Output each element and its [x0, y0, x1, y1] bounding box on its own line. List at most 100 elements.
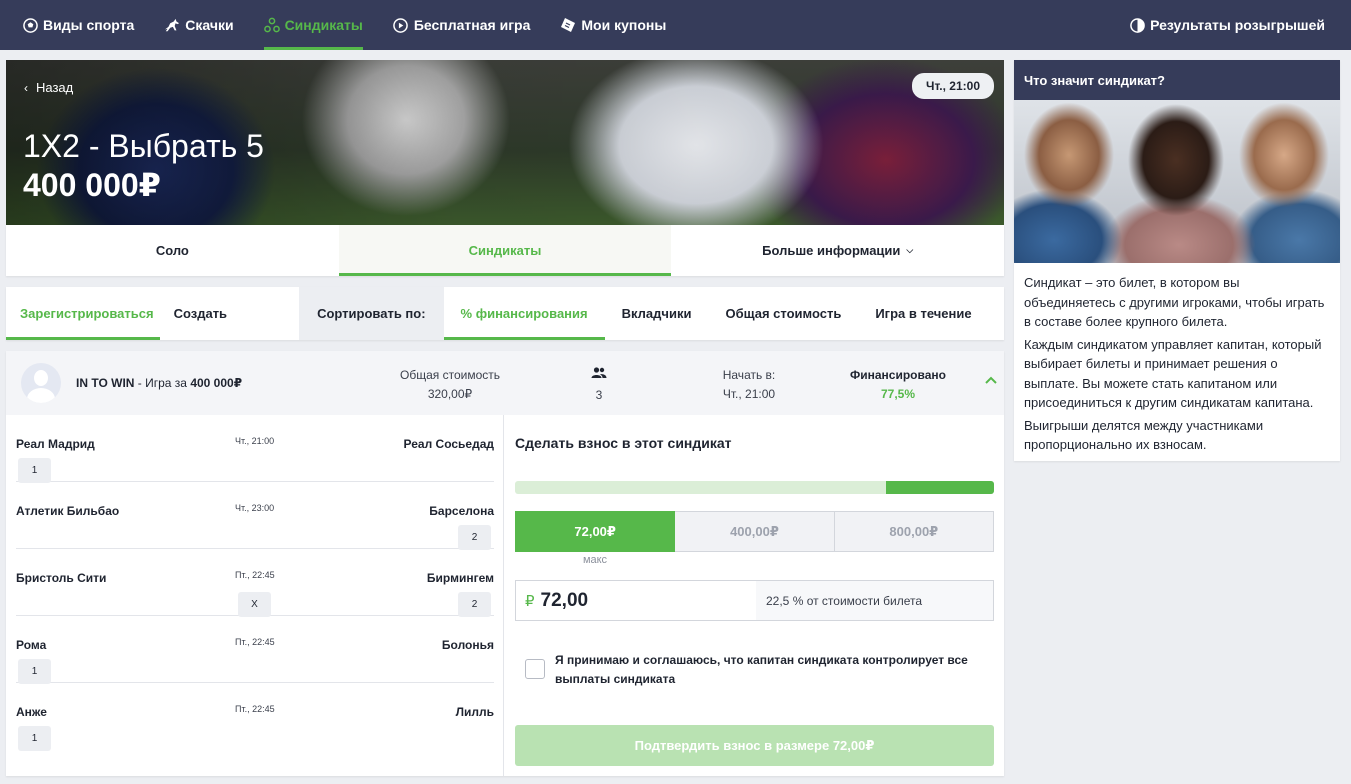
syndicate-name: IN TO WIN - Игра за 400 000₽ — [76, 376, 242, 390]
create-label: Создать — [173, 306, 228, 321]
hero-banner: ‹ Назад 1X2 - Выбрать 5 400 000₽ Чт., 21… — [6, 60, 1004, 225]
play-circle-icon — [393, 17, 409, 33]
register-label: Зарегистрироваться — [20, 306, 154, 321]
syndicate-card: IN TO WIN - Игра за 400 000₽ Общая стоим… — [6, 351, 1004, 776]
syndicate-name-text: IN TO WIN — [76, 376, 135, 390]
syndicate-filter-bar: Зарегистрироваться Создать Сортировать п… — [6, 287, 1004, 340]
avatar-body-shape — [27, 388, 55, 403]
syndicate-info-panel: Что значит синдикат? Синдикат – это биле… — [1014, 60, 1340, 461]
pick-away[interactable]: 2 — [458, 525, 491, 550]
friends-cheering-image — [1014, 100, 1340, 263]
home-team: Рома — [16, 638, 47, 652]
terms-checkbox[interactable] — [525, 659, 545, 679]
info-paragraph: Синдикат – это билет, в котором вы объед… — [1024, 275, 1325, 329]
pick-away[interactable]: 2 — [458, 592, 491, 617]
nav-item-horse-racing[interactable]: Скачки — [149, 0, 248, 50]
contribution-title: Сделать взнос в этот синдикат — [515, 435, 732, 451]
match-row: Бристоль Сити Пт., 22:45 Бирмингем X 2 — [16, 549, 494, 617]
nav-item-label: Виды спорта — [43, 17, 135, 33]
amount-input-box: ₽ — [516, 581, 756, 620]
nav-item-label: Мои купоны — [581, 17, 667, 33]
top-navigation: Виды спорта Скачки Синдикаты Бесплатная … — [0, 0, 1351, 50]
tab-label: Синдикаты — [468, 243, 542, 258]
nav-item-label: Бесплатная игра — [413, 17, 531, 33]
info-paragraph: Каждым синдикатом управляет капитан, кот… — [1024, 336, 1322, 411]
amount-input-row: ₽ 22,5 % от стоимости билета — [515, 580, 994, 621]
funded-label: Финансировано — [850, 368, 946, 382]
nav-item-free-game[interactable]: Бесплатная игра — [378, 0, 546, 50]
contributors-value: 3 — [595, 388, 603, 402]
nav-item-draw-results[interactable]: Результаты розыгрышей — [1114, 0, 1351, 50]
nav-item-syndicates[interactable]: Синдикаты — [249, 0, 378, 50]
chevron-up-icon[interactable] — [984, 373, 998, 387]
nav-item-label: Синдикаты — [284, 17, 363, 33]
amount-input[interactable] — [540, 589, 721, 612]
chevron-down-icon: ⌵ — [906, 245, 914, 255]
syndicate-game-prefix: - Игра за — [134, 376, 191, 390]
funded-value: 77,5% — [880, 387, 916, 401]
tab-label: Больше информации — [762, 243, 901, 258]
away-team: Лилль — [455, 705, 494, 719]
nav-item-sports[interactable]: Виды спорта — [0, 0, 149, 50]
amount-option-400[interactable]: 400,00₽ — [675, 511, 835, 552]
away-team: Барселона — [429, 504, 494, 518]
nav-item-label: Результаты розыгрышей — [1150, 17, 1325, 33]
game-prize: 400 000₽ — [23, 167, 161, 203]
match-time: Чт., 23:00 — [235, 503, 275, 513]
pick-draw[interactable]: X — [238, 592, 271, 617]
match-time: Пт., 22:45 — [235, 704, 275, 714]
back-link[interactable]: ‹ Назад — [24, 80, 73, 95]
home-team: Атлетик Бильбао — [16, 504, 120, 518]
back-label: Назад — [36, 80, 74, 95]
pick-home[interactable]: 1 — [18, 726, 51, 751]
create-tab[interactable]: Создать — [160, 287, 241, 340]
game-mode-tabs: Соло Синдикаты Больше информации ⌵ — [6, 225, 1004, 276]
ticket-icon — [560, 17, 576, 33]
pick-home[interactable]: 1 — [18, 458, 51, 483]
match-row: Атлетик Бильбао Чт., 23:00 Барселона 2 — [16, 482, 494, 550]
contributors-column: 3 — [579, 366, 619, 405]
amount-option-max[interactable]: 72,00₽ — [515, 511, 676, 552]
match-time: Пт., 22:45 — [235, 637, 275, 647]
draw-time-badge: Чт., 21:00 — [912, 73, 994, 99]
contribution-panel: Сделать взнос в этот синдикат 72,00₽ 400… — [505, 415, 1004, 776]
people-icon — [579, 366, 619, 386]
away-team: Болонья — [441, 638, 494, 652]
confirm-contribution-button[interactable]: Подтвердить взнос в размере 72,00₽ — [515, 725, 994, 766]
syndicate-header[interactable]: IN TO WIN - Игра за 400 000₽ Общая стоим… — [6, 351, 1004, 415]
register-tab[interactable]: Зарегистрироваться — [6, 287, 160, 340]
game-title: 1X2 - Выбрать 5 — [23, 128, 264, 164]
nav-item-label: Скачки — [185, 17, 234, 33]
away-team: Реал Сосьедад — [403, 437, 494, 451]
avatar — [21, 363, 61, 403]
total-cost-column: Общая стоимость 320,00₽ — [391, 366, 509, 404]
syndicate-game-prize: 400 000₽ — [190, 376, 243, 390]
funding-progress-fill — [886, 481, 994, 494]
home-team: Реал Мадрид — [16, 437, 95, 451]
pick-home[interactable]: 1 — [18, 659, 51, 684]
info-paragraph: Выигрыши делятся между участниками пропо… — [1024, 417, 1264, 453]
sort-by-total-cost[interactable]: Общая стоимость — [708, 287, 858, 340]
tab-syndicates[interactable]: Синдикаты — [338, 225, 672, 276]
total-cost-value: 320,00₽ — [427, 387, 473, 401]
terms-text: Я принимаю и соглашаюсь, что капитан син… — [555, 653, 968, 686]
start-value: Чт., 21:00 — [722, 387, 776, 401]
avatar-head-shape — [34, 370, 48, 386]
nav-item-my-coupons[interactable]: Мои купоны — [545, 0, 681, 50]
tab-solo[interactable]: Соло — [6, 225, 339, 276]
away-team: Бирмингем — [426, 571, 494, 585]
match-row: Рома Пт., 22:45 Болонья 1 — [16, 616, 494, 684]
sort-label: Сортировать по: — [299, 287, 444, 340]
sort-by-contributors[interactable]: Вкладчики — [605, 287, 709, 340]
match-row: Анже Пт., 22:45 Лилль 1 — [16, 683, 494, 751]
funded-column: Финансировано 77,5% — [844, 366, 952, 404]
ticket-share-text: 22,5 % от стоимости билета — [756, 581, 993, 620]
sort-by-play-time[interactable]: Игра в течение — [858, 287, 988, 340]
match-list: Реал Мадрид Чт., 21:00 Реал Сосьедад 1 А… — [6, 415, 504, 776]
horse-icon — [164, 17, 180, 33]
max-label: макс — [582, 554, 608, 566]
sort-by-funding[interactable]: % финансирования — [443, 287, 605, 340]
amount-option-800[interactable]: 800,00₽ — [834, 511, 994, 552]
tab-more-info[interactable]: Больше информации ⌵ — [671, 225, 1004, 276]
